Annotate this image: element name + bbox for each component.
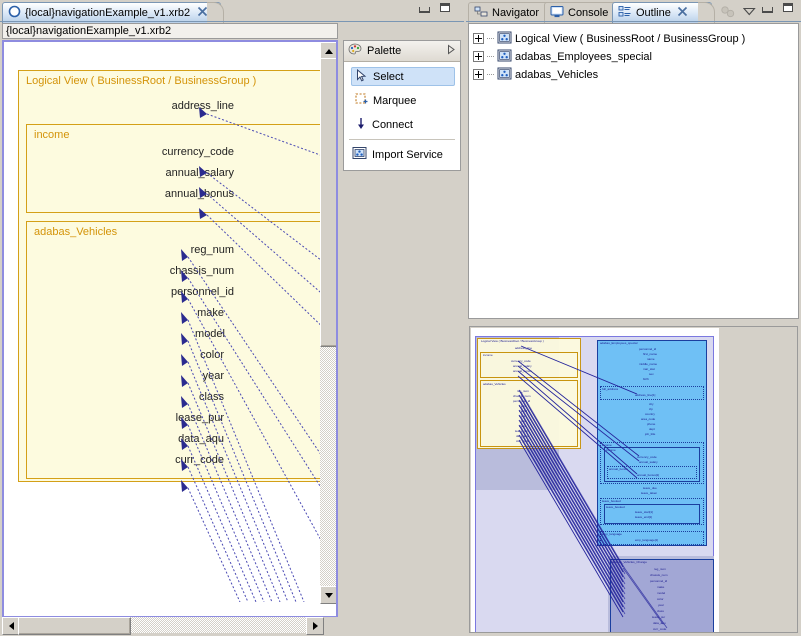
diagram-group-label-adabas-vehicles: adabas_Vehicles [34,226,118,238]
diagram-field-make[interactable]: make [114,307,224,319]
palette-item-label-marquee: Marquee [373,94,417,107]
palette-item-label-select: Select [373,70,404,83]
cursor-icon [356,68,368,85]
diagram-field-address-line[interactable]: address_line [114,100,234,112]
diagram-field-lease-pur[interactable]: lease_pur [104,412,224,424]
tab-label-navigator: Navigator [492,7,540,19]
vertical-scroll-thumb[interactable] [320,58,336,347]
expander-plus-icon[interactable] [473,69,484,80]
editor-maximize-button[interactable] [440,3,450,12]
scroll-right-button[interactable] [306,617,324,635]
diagram-group-label-income: income [34,129,70,141]
palette-separator [349,139,455,140]
view-stack-top: Navigator Console Outline Logical View (… [466,0,801,322]
thumbnail-group-adabas-vehicles [480,380,578,447]
tab-label-console: Console [568,7,609,19]
palette-item-label-import-service: Import Service [372,148,443,161]
import-service-icon [352,146,367,163]
view-tabbar: Navigator Console Outline [466,0,801,23]
circle-icon [8,5,21,21]
diagram-field-year[interactable]: year [114,370,224,382]
diagram-field-data-aqu[interactable]: data_aqu [104,433,224,445]
palette-item-select[interactable]: Select [351,67,455,86]
business-group-icon [497,67,512,83]
view-menu-icon[interactable] [742,7,756,19]
outline-thumbnail-frame[interactable]: Logical View ( BusinessRoot / BusinessGr… [469,326,798,633]
diagram-field-curr-code[interactable]: curr_code [104,454,224,466]
tab-outline[interactable]: Outline [612,2,712,23]
navigator-icon [474,5,488,21]
outline-tree[interactable]: Logical View ( BusinessRoot / BusinessGr… [468,23,799,319]
canvas-horizontal-scrollbar[interactable] [2,617,338,635]
palette-item-label-connect: Connect [372,118,413,131]
outline-overview-panel: Logical View ( BusinessRoot / BusinessGr… [466,322,801,636]
tree-row-logical-view[interactable]: Logical View ( BusinessRoot / BusinessGr… [473,30,745,47]
editor-path-bar: {local}navigationExample_v1.xrb2 [2,23,338,39]
eclipse-workbench-window: {local}navigationExample_v1.xrb2 {local}… [0,0,801,636]
view-minimize-button[interactable] [762,7,773,13]
canvas-vertical-scrollbar[interactable] [320,42,336,604]
diagram-field-annual-bonus[interactable]: annual_bonus [114,188,234,200]
diagram-field-model[interactable]: model [114,328,225,340]
diagram-canvas-frame[interactable]: Logical View ( BusinessRoot / BusinessGr… [2,40,338,618]
horizontal-scroll-thumb[interactable] [18,617,131,635]
diagram-field-personnel-id[interactable]: personnel_id [114,286,234,298]
close-icon[interactable] [677,6,688,20]
editor-tab-label: {local}navigationExample_v1.xrb2 [25,7,191,19]
tree-row-label: adabas_Employees_special [515,50,652,63]
diagram-field-currency-code[interactable]: currency_code [114,146,234,158]
diagram-field-reg-num[interactable]: reg_num [114,244,234,256]
diagram-field-class[interactable]: class [114,391,224,403]
expander-plus-icon[interactable] [473,51,484,62]
tree-connector-line [487,37,494,40]
outline-icon [618,5,632,21]
palette-item-connect[interactable]: Connect [351,115,455,134]
palette-item-marquee[interactable]: Marquee [351,91,455,110]
diagram-field-color[interactable]: color [114,349,224,361]
console-icon [550,5,564,21]
chevron-right-icon[interactable] [446,44,456,58]
tree-row-adabas-employees-special[interactable]: adabas_Employees_special [473,48,652,65]
diagram-canvas[interactable]: Logical View ( BusinessRoot / BusinessGr… [4,42,322,602]
tree-row-label: Logical View ( BusinessRoot / BusinessGr… [515,32,746,45]
diagram-group-label-logical-view: Logical View ( BusinessRoot / BusinessGr… [26,75,257,87]
tree-row-adabas-vehicles[interactable]: adabas_Vehicles [473,66,598,83]
view-maximize-button[interactable] [783,3,793,12]
diagram-field-annual-salary[interactable]: annual_salary [114,167,235,179]
link-with-editor-icon[interactable] [720,5,736,22]
business-group-icon [497,31,512,47]
editor-path-label: {local}navigationExample_v1.xrb2 [6,25,172,37]
palette-item-import-service[interactable]: Import Service [348,145,458,164]
editor-tabbar: {local}navigationExample_v1.xrb2 [0,0,464,23]
marquee-icon [355,92,368,109]
editor-tab-navigationexample[interactable]: {local}navigationExample_v1.xrb2 [2,2,221,23]
arrow-down-icon [355,117,367,133]
palette-panel: Palette Select Marquee Connect Import Se… [343,40,461,171]
palette-icon [348,43,362,59]
tree-connector-line [487,73,494,76]
tree-row-label: adabas_Vehicles [515,68,599,81]
tab-navigator[interactable]: Navigator [468,2,556,23]
scroll-down-button[interactable] [320,586,336,604]
palette-title: Palette [367,45,402,57]
business-group-icon [497,49,512,65]
editor-area: {local}navigationExample_v1.xrb2 {local}… [0,0,464,636]
tree-connector-line [487,55,494,58]
expander-plus-icon[interactable] [473,33,484,44]
outline-thumbnail-canvas[interactable]: Logical View ( BusinessRoot / BusinessGr… [471,328,719,632]
editor-minimize-button[interactable] [419,7,430,13]
tab-label-outline: Outline [636,7,671,19]
palette-header[interactable]: Palette [344,41,460,62]
diagram-field-chassis-num[interactable]: chassis_num [114,265,234,277]
